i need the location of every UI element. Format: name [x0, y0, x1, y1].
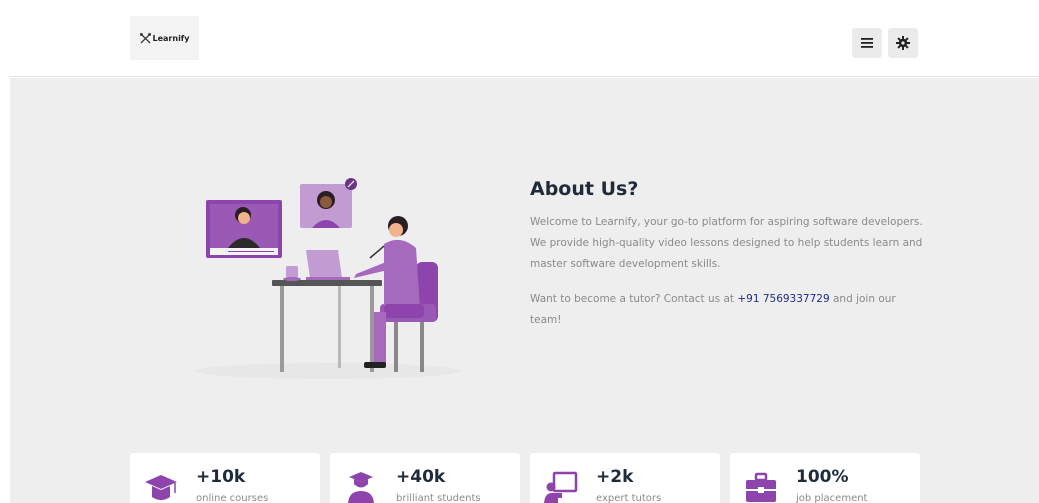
- crossed-tools-icon: [139, 32, 151, 44]
- menu-button[interactable]: [852, 28, 882, 58]
- stat-label: brilliant students: [396, 493, 481, 503]
- stat-card-tutors: +2k expert tutors: [530, 453, 720, 503]
- phone-link[interactable]: +91 7569337729: [737, 293, 829, 305]
- tutor-contact-paragraph: Want to become a tutor? Contact us at +9…: [530, 289, 930, 331]
- stat-value: 100%: [796, 467, 849, 487]
- logo[interactable]: Learnify: [130, 16, 199, 60]
- settings-button[interactable]: [888, 28, 918, 58]
- student-icon: [348, 472, 374, 503]
- about-section: About Us? Welcome to Learnify, your go-t…: [10, 78, 1039, 503]
- stat-card-students: +40k brilliant students: [330, 453, 520, 503]
- stat-value: +40k: [396, 467, 446, 487]
- stat-label: job placement: [796, 493, 868, 503]
- contact-text-prefix: Want to become a tutor? Contact us at: [530, 293, 738, 305]
- briefcase-icon: [746, 472, 776, 502]
- stat-label: expert tutors: [596, 493, 662, 503]
- hamburger-menu-icon: [861, 38, 873, 48]
- stat-value: +2k: [596, 467, 634, 487]
- online-learning-illustration: [196, 178, 460, 379]
- about-paragraph: Welcome to Learnify, your go-to platform…: [530, 216, 923, 270]
- about-title: About Us?: [530, 178, 639, 200]
- graduation-cap-icon: [145, 475, 177, 500]
- stat-card-courses: +10k online courses: [130, 453, 320, 503]
- logo-text: Learnify: [152, 33, 190, 43]
- teacher-board-icon: [544, 471, 578, 503]
- site-header: Learnify: [10, 0, 1039, 77]
- gear-icon: [896, 36, 910, 50]
- stat-label: online courses: [196, 493, 269, 503]
- stat-value: +10k: [196, 467, 246, 487]
- stat-card-placement: 100% job placement: [730, 453, 920, 503]
- about-content: About Us? Welcome to Learnify, your go-t…: [530, 178, 930, 331]
